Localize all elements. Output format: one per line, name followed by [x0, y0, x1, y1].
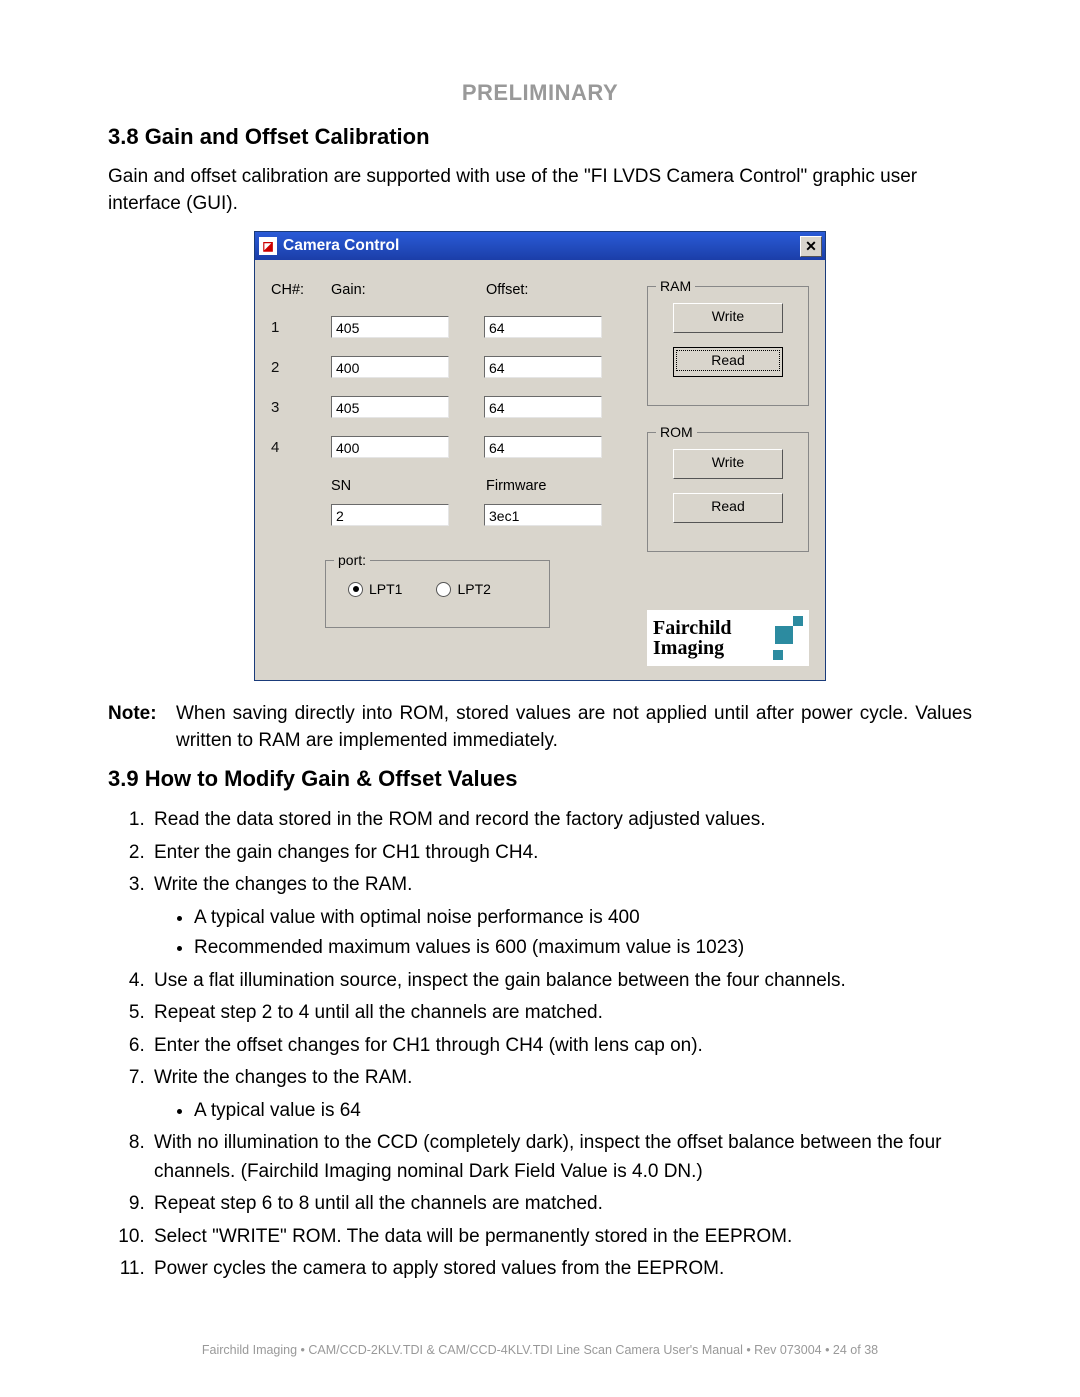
radio-icon [436, 582, 451, 597]
sub-bullet: A typical value is 64 [194, 1097, 972, 1126]
titlebar: ◪ Camera Control ✕ [255, 232, 825, 260]
step-item: Write the changes to the RAM. A typical … [150, 1064, 972, 1125]
dialog-title: Camera Control [283, 237, 800, 255]
firmware-input[interactable]: 3ec1 [484, 504, 602, 526]
logo-mark-icon [759, 616, 803, 660]
step-item: Repeat step 6 to 8 until all the channel… [150, 1190, 972, 1219]
section-3-8-paragraph: Gain and offset calibration are supporte… [108, 164, 972, 217]
note-body: When saving directly into ROM, stored va… [176, 701, 972, 754]
ram-read-button[interactable]: Read [673, 347, 783, 377]
channel-number: 4 [271, 439, 331, 456]
port-legend: port: [334, 552, 370, 568]
gain-header: Gain: [331, 282, 486, 298]
gain-input-ch2[interactable]: 400 [331, 356, 449, 378]
logo-line2: Imaging [653, 638, 732, 658]
sub-bullet: Recommended maximum values is 600 (maxim… [194, 934, 972, 963]
page-footer: Fairchild Imaging • CAM/CCD-2KLV.TDI & C… [0, 1343, 1080, 1357]
preliminary-header: PRELIMINARY [108, 80, 972, 106]
gain-input-ch3[interactable]: 405 [331, 396, 449, 418]
offset-header: Offset: [486, 282, 641, 298]
gain-input-ch1[interactable]: 405 [331, 316, 449, 338]
step-item: Repeat step 2 to 4 until all the channel… [150, 999, 972, 1028]
port-groupbox: port: LPT1 LPT2 [325, 560, 550, 628]
step-item: Select "WRITE" ROM. The data will be per… [150, 1223, 972, 1252]
rom-write-button[interactable]: Write [673, 449, 783, 479]
close-button[interactable]: ✕ [800, 236, 822, 257]
step-item: With no illumination to the CCD (complet… [150, 1129, 972, 1186]
rom-legend: ROM [656, 424, 697, 440]
channel-number: 1 [271, 319, 331, 336]
sn-input[interactable]: 2 [331, 504, 449, 526]
radio-icon [348, 582, 363, 597]
steps-list: Read the data stored in the ROM and reco… [108, 806, 972, 1284]
sub-bullet: A typical value with optimal noise perfo… [194, 904, 972, 933]
note-label: Note: [108, 701, 176, 754]
gain-input-ch4[interactable]: 400 [331, 436, 449, 458]
ram-legend: RAM [656, 278, 695, 294]
logo-line1: Fairchild [653, 618, 732, 638]
step-item: Read the data stored in the ROM and reco… [150, 806, 972, 835]
step-item: Enter the offset changes for CH1 through… [150, 1032, 972, 1061]
lpt1-radio[interactable]: LPT1 [348, 581, 402, 597]
app-icon: ◪ [259, 237, 277, 255]
step-item: Write the changes to the RAM. A typical … [150, 871, 972, 963]
offset-input-ch2[interactable]: 64 [484, 356, 602, 378]
sn-label: SN [331, 478, 486, 494]
rom-groupbox: ROM Write Read [647, 432, 809, 552]
camera-control-dialog: ◪ Camera Control ✕ CH#: Gain: Offset: 1 … [254, 231, 826, 681]
section-3-9-heading: 3.9 How to Modify Gain & Offset Values [108, 766, 972, 792]
channel-number: 2 [271, 359, 331, 376]
step-item: Power cycles the camera to apply stored … [150, 1255, 972, 1284]
fairchild-logo: Fairchild Imaging [647, 610, 809, 666]
section-3-8-heading: 3.8 Gain and Offset Calibration [108, 124, 972, 150]
offset-input-ch1[interactable]: 64 [484, 316, 602, 338]
step-item: Enter the gain changes for CH1 through C… [150, 839, 972, 868]
step-item: Use a flat illumination source, inspect … [150, 967, 972, 996]
ch-header: CH#: [271, 282, 331, 298]
lpt2-radio[interactable]: LPT2 [436, 581, 490, 597]
ram-write-button[interactable]: Write [673, 303, 783, 333]
offset-input-ch3[interactable]: 64 [484, 396, 602, 418]
channel-number: 3 [271, 399, 331, 416]
note-block: Note: When saving directly into ROM, sto… [108, 701, 972, 754]
firmware-label: Firmware [486, 478, 546, 494]
offset-input-ch4[interactable]: 64 [484, 436, 602, 458]
ram-groupbox: RAM Write Read [647, 286, 809, 406]
rom-read-button[interactable]: Read [673, 493, 783, 523]
